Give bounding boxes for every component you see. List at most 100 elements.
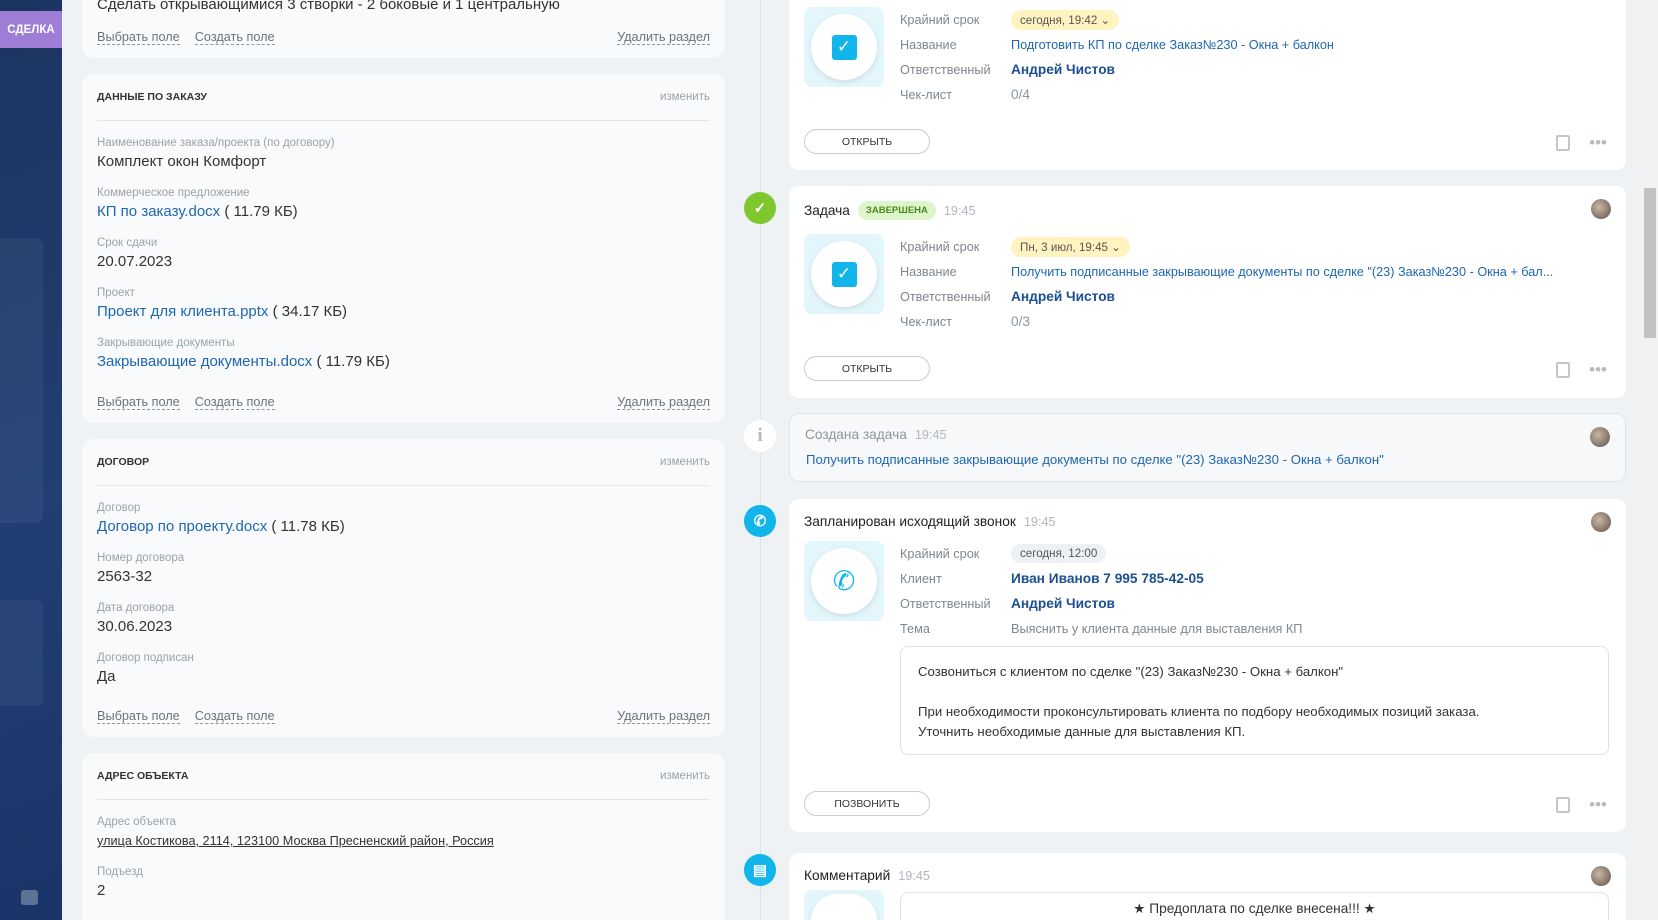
change-link[interactable]: изменить bbox=[660, 456, 710, 468]
create-field-link[interactable]: Создать поле bbox=[194, 30, 275, 45]
comment-icon: ▤ bbox=[744, 854, 776, 886]
call-button[interactable]: ПОЗВОНИТЬ bbox=[804, 791, 930, 816]
address-link[interactable]: улица Костикова, 2114, 123100 Москва Пре… bbox=[97, 832, 710, 850]
checklist-value: 0/3 bbox=[1011, 314, 1031, 329]
delete-section-link[interactable]: Удалить раздел bbox=[617, 395, 710, 410]
deadline-pill[interactable]: сегодня, 12:00 bbox=[1011, 544, 1107, 563]
info-icon: i bbox=[744, 420, 776, 452]
label: Ответственный bbox=[900, 289, 991, 304]
call-icon: ✆ bbox=[744, 505, 776, 537]
file-link[interactable]: Закрывающие документы.docx bbox=[97, 353, 312, 370]
responsible-link[interactable]: Андрей Чистов bbox=[1011, 62, 1115, 77]
field-value: 2 bbox=[97, 882, 106, 899]
task-icon-box: ✓ bbox=[804, 234, 884, 314]
file-size: ( 34.17 КБ) bbox=[268, 303, 348, 320]
field-label: Срок сдачи bbox=[97, 237, 158, 249]
avatar[interactable] bbox=[1590, 427, 1610, 447]
select-field-link[interactable]: Выбрать поле bbox=[97, 30, 180, 45]
sidebar-panel bbox=[0, 600, 43, 706]
task-name-link[interactable]: Подготовить КП по сделке Заказ№230 - Окн… bbox=[1011, 38, 1334, 52]
deadline-value: сегодня, 19:42 bbox=[1020, 13, 1098, 27]
scrollbar-thumb[interactable] bbox=[1644, 188, 1656, 338]
comment-text: ★ Предоплата по сделке внесена!!! ★ bbox=[900, 892, 1609, 920]
field-value: Да bbox=[97, 668, 116, 685]
deadline-pill[interactable]: Пн, 3 июл, 19:45 ⌄ bbox=[1011, 236, 1130, 257]
change-link[interactable]: изменить bbox=[660, 770, 710, 782]
task-card: Задача ЗАВЕРШЕНА 19:45 ✓ Крайний срок Пн, 3… bbox=[789, 186, 1626, 398]
order-data-card: ДАННЫЕ ПО ЗАКАЗУ изменить Наименование за… bbox=[82, 74, 725, 423]
section-title: АДРЕС ОБЪЕКТА bbox=[97, 770, 189, 782]
field-label: Договор bbox=[97, 502, 141, 514]
label: Чек-лист bbox=[900, 314, 952, 329]
task-icon: ✓ bbox=[831, 261, 857, 287]
label: Ответственный bbox=[900, 62, 991, 77]
note-icon[interactable] bbox=[1556, 135, 1571, 151]
task-link[interactable]: Получить подписанные закрывающие докумен… bbox=[806, 452, 1384, 467]
description-line: Уточнить необходимые данные для выставле… bbox=[918, 724, 1246, 739]
label: Тема bbox=[900, 621, 930, 636]
file-link[interactable]: КП по заказу.docx bbox=[97, 203, 220, 220]
info-card: Создана задача 19:45 Получить подписанные… bbox=[789, 413, 1626, 482]
label: Название bbox=[900, 264, 957, 279]
deadline-pill[interactable]: сегодня, 19:42 ⌄ bbox=[1011, 9, 1120, 30]
label: Крайний срок bbox=[900, 12, 980, 27]
field-value: 2563-32 bbox=[97, 568, 153, 585]
task-done-icon: ✓ bbox=[744, 192, 776, 224]
file-link[interactable]: Проект для клиента.pptx bbox=[97, 303, 268, 320]
comment-card: Комментарий 19:45 ★ Предоплата по сделке … bbox=[789, 853, 1626, 920]
contract-card: ДОГОВОР изменить Договор Договор по проект… bbox=[82, 439, 725, 737]
avatar[interactable] bbox=[1591, 512, 1611, 532]
label: Крайний срок bbox=[900, 546, 980, 561]
field-label: Адрес объекта bbox=[97, 816, 176, 828]
field-label: Номер договора bbox=[97, 552, 185, 564]
event-title: Создана задача bbox=[805, 427, 907, 442]
deadline-value: Пн, 3 июл, 19:45 bbox=[1020, 240, 1108, 254]
field-label: Коммерческое предложение bbox=[97, 187, 250, 199]
create-field-link[interactable]: Создать поле bbox=[194, 395, 275, 410]
call-card: Запланирован исходящий звонок 19:45 ✆ Кра… bbox=[789, 499, 1626, 832]
more-icon[interactable]: ••• bbox=[1589, 360, 1607, 380]
open-button[interactable]: ОТКРЫТЬ bbox=[804, 129, 930, 154]
call-description: Созвониться с клиентом по сделке "(23) З… bbox=[900, 646, 1609, 755]
scrollbar[interactable] bbox=[1642, 0, 1658, 920]
delete-section-link[interactable]: Удалить раздел bbox=[617, 30, 710, 45]
select-field-link[interactable]: Выбрать поле bbox=[97, 395, 180, 410]
field-label: Наименование заказа/проекта (по договору… bbox=[97, 137, 335, 149]
deal-tab[interactable]: СДЕЛКА bbox=[0, 11, 62, 48]
more-icon[interactable]: ••• bbox=[1589, 133, 1607, 153]
sidebar-panel bbox=[0, 238, 43, 523]
field-value: 20.07.2023 bbox=[97, 253, 173, 270]
label: Чек-лист bbox=[900, 87, 952, 102]
responsible-link[interactable]: Андрей Чистов bbox=[1011, 289, 1115, 304]
crm-deal-page: СДЕЛКА Сделать открывающимися 3 створки … bbox=[0, 0, 1658, 920]
printer-icon[interactable] bbox=[21, 890, 38, 905]
call-icon-box: ✆ bbox=[804, 541, 884, 621]
sidebar: СДЕЛКА bbox=[0, 0, 62, 920]
delete-section-link[interactable]: Удалить раздел bbox=[617, 709, 710, 724]
section-title: ДАННЫЕ ПО ЗАКАЗУ bbox=[97, 91, 207, 103]
avatar[interactable] bbox=[1591, 199, 1611, 219]
event-title: Задача bbox=[804, 203, 850, 218]
note-icon[interactable] bbox=[1556, 362, 1571, 378]
open-button[interactable]: ОТКРЫТЬ bbox=[804, 356, 930, 381]
task-icon-box: ✓ bbox=[804, 7, 884, 87]
address-card: АДРЕС ОБЪЕКТА изменить Адрес объекта улица… bbox=[82, 753, 725, 920]
outgoing-call-icon: ✆ bbox=[811, 548, 877, 614]
responsible-link[interactable]: Андрей Чистов bbox=[1011, 596, 1115, 611]
field-label: Дата договора bbox=[97, 602, 175, 614]
select-field-link[interactable]: Выбрать поле bbox=[97, 709, 180, 724]
task-name-link[interactable]: Получить подписанные закрывающие докумен… bbox=[1011, 265, 1553, 279]
file-link[interactable]: Договор по проекту.docx bbox=[97, 518, 267, 535]
field-label: Закрывающие документы bbox=[97, 337, 235, 349]
field-label: Договор подписан bbox=[97, 652, 194, 664]
more-icon[interactable]: ••• bbox=[1589, 795, 1607, 815]
file-size: ( 11.79 КБ) bbox=[220, 203, 298, 220]
create-field-link[interactable]: Создать поле bbox=[194, 709, 275, 724]
change-link[interactable]: изменить bbox=[660, 91, 710, 103]
note-icon[interactable] bbox=[1556, 797, 1571, 813]
comment-icon-box bbox=[804, 890, 884, 920]
client-link[interactable]: Иван Иванов 7 995 785-42-05 bbox=[1011, 571, 1204, 586]
avatar[interactable] bbox=[1591, 866, 1611, 886]
label: Крайний срок bbox=[900, 239, 980, 254]
status-badge: ЗАВЕРШЕНА bbox=[857, 201, 936, 220]
